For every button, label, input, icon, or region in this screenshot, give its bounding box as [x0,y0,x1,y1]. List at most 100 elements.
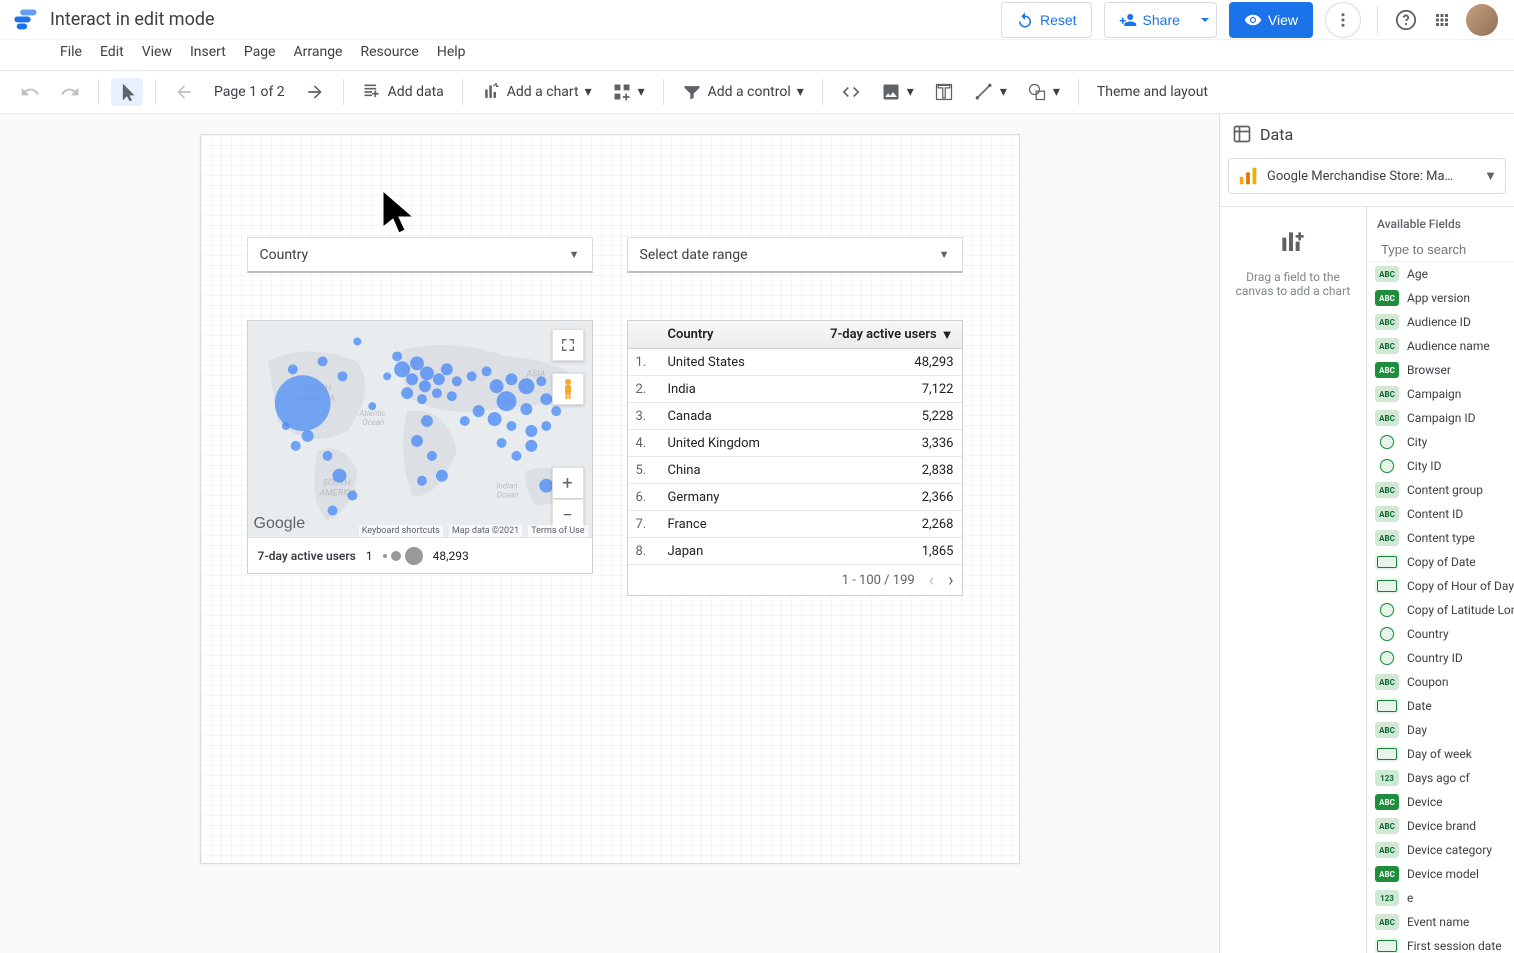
map-fullscreen-button[interactable] [552,329,584,361]
menu-arrange[interactable]: Arrange [286,40,351,64]
more-options-button[interactable] [1325,2,1361,38]
community-viz-button[interactable]: ▾ [606,78,651,106]
field-item[interactable]: ABCCampaign ID [1367,406,1514,430]
menu-file[interactable]: File [52,40,90,64]
field-item[interactable]: ABCEvent name [1367,910,1514,934]
embed-button[interactable] [835,78,867,106]
document-title[interactable]: Interact in edit mode [50,9,215,30]
reset-button[interactable]: Reset [1001,2,1092,38]
table-row[interactable]: 5.China2,838 [628,457,962,484]
field-item[interactable]: ABCBrowser [1367,358,1514,382]
prev-page-button[interactable] [168,78,200,106]
canvas-area[interactable]: Country ▼ Select date range ▼ [0,114,1219,953]
next-page-button[interactable]: › [948,570,953,591]
col-metric[interactable]: 7-day active users ▼ [830,327,953,343]
field-item[interactable]: ABCContent group [1367,478,1514,502]
table-row[interactable]: 6.Germany2,366 [628,484,962,511]
field-item[interactable]: Date [1367,694,1514,718]
field-item[interactable]: City [1367,430,1514,454]
field-item[interactable]: ABCAudience name [1367,334,1514,358]
select-tool[interactable] [111,78,143,106]
text-button[interactable] [928,78,960,106]
field-item[interactable]: First session date [1367,934,1514,953]
map-pegman-button[interactable] [552,373,584,405]
field-label: City [1407,435,1427,449]
field-item[interactable]: Copy of Date [1367,550,1514,574]
menu-insert[interactable]: Insert [182,40,234,64]
share-button-group: Share [1104,2,1217,38]
image-button[interactable]: ▾ [875,78,920,106]
table-chart[interactable]: Country 7-day active users ▼ 1.United St… [627,320,963,596]
apps-button[interactable] [1430,8,1454,32]
field-item[interactable]: ABCAge [1367,262,1514,286]
menu-resource[interactable]: Resource [352,40,426,64]
field-item[interactable]: ABCDay [1367,718,1514,742]
theme-button[interactable]: Theme and layout [1091,80,1214,104]
grid-plus-icon [612,82,632,102]
add-control-button[interactable]: Add a control ▾ [676,78,810,106]
country-filter-dropdown[interactable]: Country ▼ [247,237,593,273]
help-icon [1395,9,1417,31]
share-button[interactable]: Share [1104,2,1195,38]
field-item[interactable]: ABCApp version [1367,286,1514,310]
field-label: Content type [1407,531,1475,545]
map-viewport[interactable]: NORTH AMERICA SOUTH AMERICA ASIA Atlanti… [248,321,592,537]
table-pagination: 1 - 100 / 199 ‹ › [628,565,962,595]
col-country[interactable]: Country [668,327,831,342]
table-row[interactable]: 4.United Kingdom3,336 [628,430,962,457]
line-button[interactable]: ▾ [968,78,1013,106]
report-canvas[interactable]: Country ▼ Select date range ▼ [200,134,1020,864]
table-row[interactable]: 3.Canada5,228 [628,403,962,430]
share-dropdown-button[interactable] [1194,2,1217,38]
field-item[interactable]: Copy of Latitude Long [1367,598,1514,622]
field-item[interactable]: Day of week [1367,742,1514,766]
field-item[interactable]: ABCDevice [1367,790,1514,814]
field-item[interactable]: 123e [1367,886,1514,910]
cursor-icon [117,82,137,102]
field-item[interactable]: ABCDevice brand [1367,814,1514,838]
menu-page[interactable]: Page [236,40,284,64]
undo-button[interactable] [14,78,46,106]
menu-view[interactable]: View [134,40,180,64]
help-button[interactable] [1394,8,1418,32]
view-button[interactable]: View [1229,2,1313,38]
table-row[interactable]: 1.United States48,293 [628,349,962,376]
redo-button[interactable] [54,78,86,106]
field-search[interactable] [1367,237,1514,262]
menu-help[interactable]: Help [429,40,474,64]
shape-button[interactable]: ▾ [1021,78,1066,106]
field-item[interactable]: ABCDevice model [1367,862,1514,886]
prev-page-button[interactable]: ‹ [929,570,934,591]
date-range-dropdown[interactable]: Select date range ▼ [627,237,963,273]
table-row[interactable]: 2.India7,122 [628,376,962,403]
add-chart-button[interactable]: Add a chart ▾ [475,78,598,106]
divider [822,79,823,105]
field-item[interactable]: ABCCampaign [1367,382,1514,406]
map-chart[interactable]: NORTH AMERICA SOUTH AMERICA ASIA Atlanti… [247,320,593,574]
data-source-selector[interactable]: Google Merchandise Store: Ma… ▼ [1228,158,1506,194]
chevron-down-icon: ▾ [797,84,804,100]
chart-dropzone[interactable]: Drag a field to the canvas to add a char… [1220,207,1366,318]
field-item[interactable]: Country ID [1367,646,1514,670]
field-item[interactable]: ABCDevice category [1367,838,1514,862]
field-item[interactable]: City ID [1367,454,1514,478]
field-item[interactable]: Country [1367,622,1514,646]
field-item[interactable]: ABCAudience ID [1367,310,1514,334]
field-item[interactable]: ABCContent ID [1367,502,1514,526]
page-indicator[interactable]: Page 1 of 2 [208,80,291,104]
menu-edit[interactable]: Edit [92,40,132,64]
user-avatar[interactable] [1466,4,1498,36]
field-label: Browser [1407,363,1451,377]
add-data-button[interactable]: Add data [356,78,450,106]
field-item[interactable]: 123Days ago cf [1367,766,1514,790]
table-row[interactable]: 7.France2,268 [628,511,962,538]
field-search-input[interactable] [1381,242,1514,257]
map-zoom-in-button[interactable]: + [552,467,584,499]
field-item[interactable]: ABCContent type [1367,526,1514,550]
next-page-button[interactable] [299,78,331,106]
field-item[interactable]: Copy of Hour of Day [1367,574,1514,598]
redo-icon [60,82,80,102]
chevron-down-icon: ▾ [907,84,914,100]
field-item[interactable]: ABCCoupon [1367,670,1514,694]
table-row[interactable]: 8.Japan1,865 [628,538,962,565]
